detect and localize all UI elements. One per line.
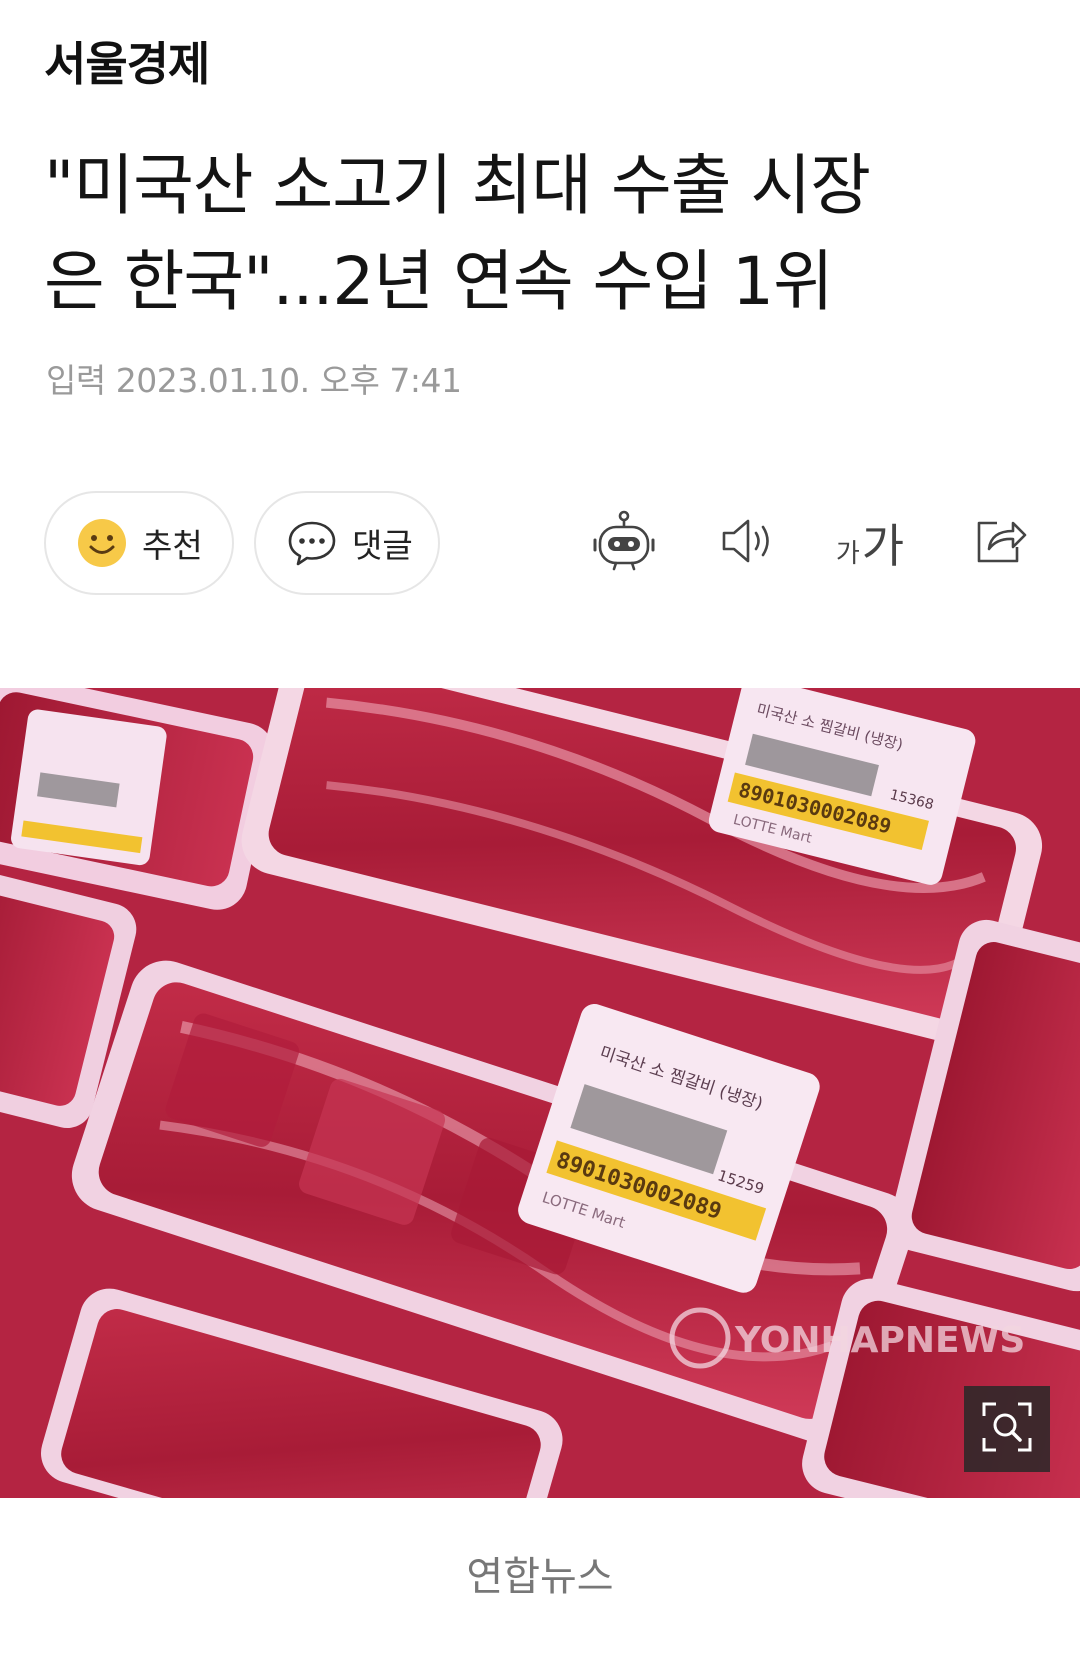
article-dateline: 입력 2023.01.10. 오후 7:41 [46, 354, 462, 402]
photo-caption: 연합뉴스 [466, 1554, 614, 1600]
listen-button[interactable] [715, 510, 785, 576]
speaker-icon [720, 516, 780, 570]
font-size-button[interactable]: 가가 [835, 510, 905, 576]
smiley-icon [76, 517, 128, 569]
headline-line-1: "미국산 소고기 최대 수출 시장 [44, 147, 871, 224]
date-label: 입력 [46, 361, 106, 400]
zoom-button[interactable] [964, 1386, 1050, 1472]
comment-button[interactable]: 댓글 [254, 491, 440, 595]
font-size-icon: 가가 [836, 510, 904, 576]
zoom-icon [980, 1400, 1034, 1458]
article-headline: "미국산 소고기 최대 수출 시장 은 한국"...2년 연속 수입 1위 [44, 138, 1034, 330]
share-button[interactable] [966, 510, 1036, 576]
date-value: 2023.01.10. 오후 7:41 [115, 361, 462, 400]
headline-line-2: 은 한국"...2년 연속 수입 1위 [44, 243, 834, 320]
meat-trays-image: 미국산 소 찜갈비 (냉장) 8901030002089 15368 LOTTE… [0, 688, 1080, 1498]
article-photo[interactable]: 미국산 소 찜갈비 (냉장) 8901030002089 15368 LOTTE… [0, 688, 1080, 1498]
photo-watermark: YONHAPNEWS [734, 1320, 1025, 1361]
speech-bubble-icon [286, 517, 338, 569]
publisher-logo[interactable]: 서울경제 [44, 28, 210, 94]
comment-label: 댓글 [352, 526, 413, 565]
font-small-glyph: 가 [835, 539, 860, 569]
summary-bot-button[interactable] [589, 510, 659, 576]
recommend-button[interactable]: 추천 [44, 491, 234, 595]
robot-icon [592, 510, 656, 576]
share-icon [973, 515, 1029, 571]
font-large-glyph: 가 [861, 519, 905, 573]
recommend-label: 추천 [142, 526, 203, 565]
